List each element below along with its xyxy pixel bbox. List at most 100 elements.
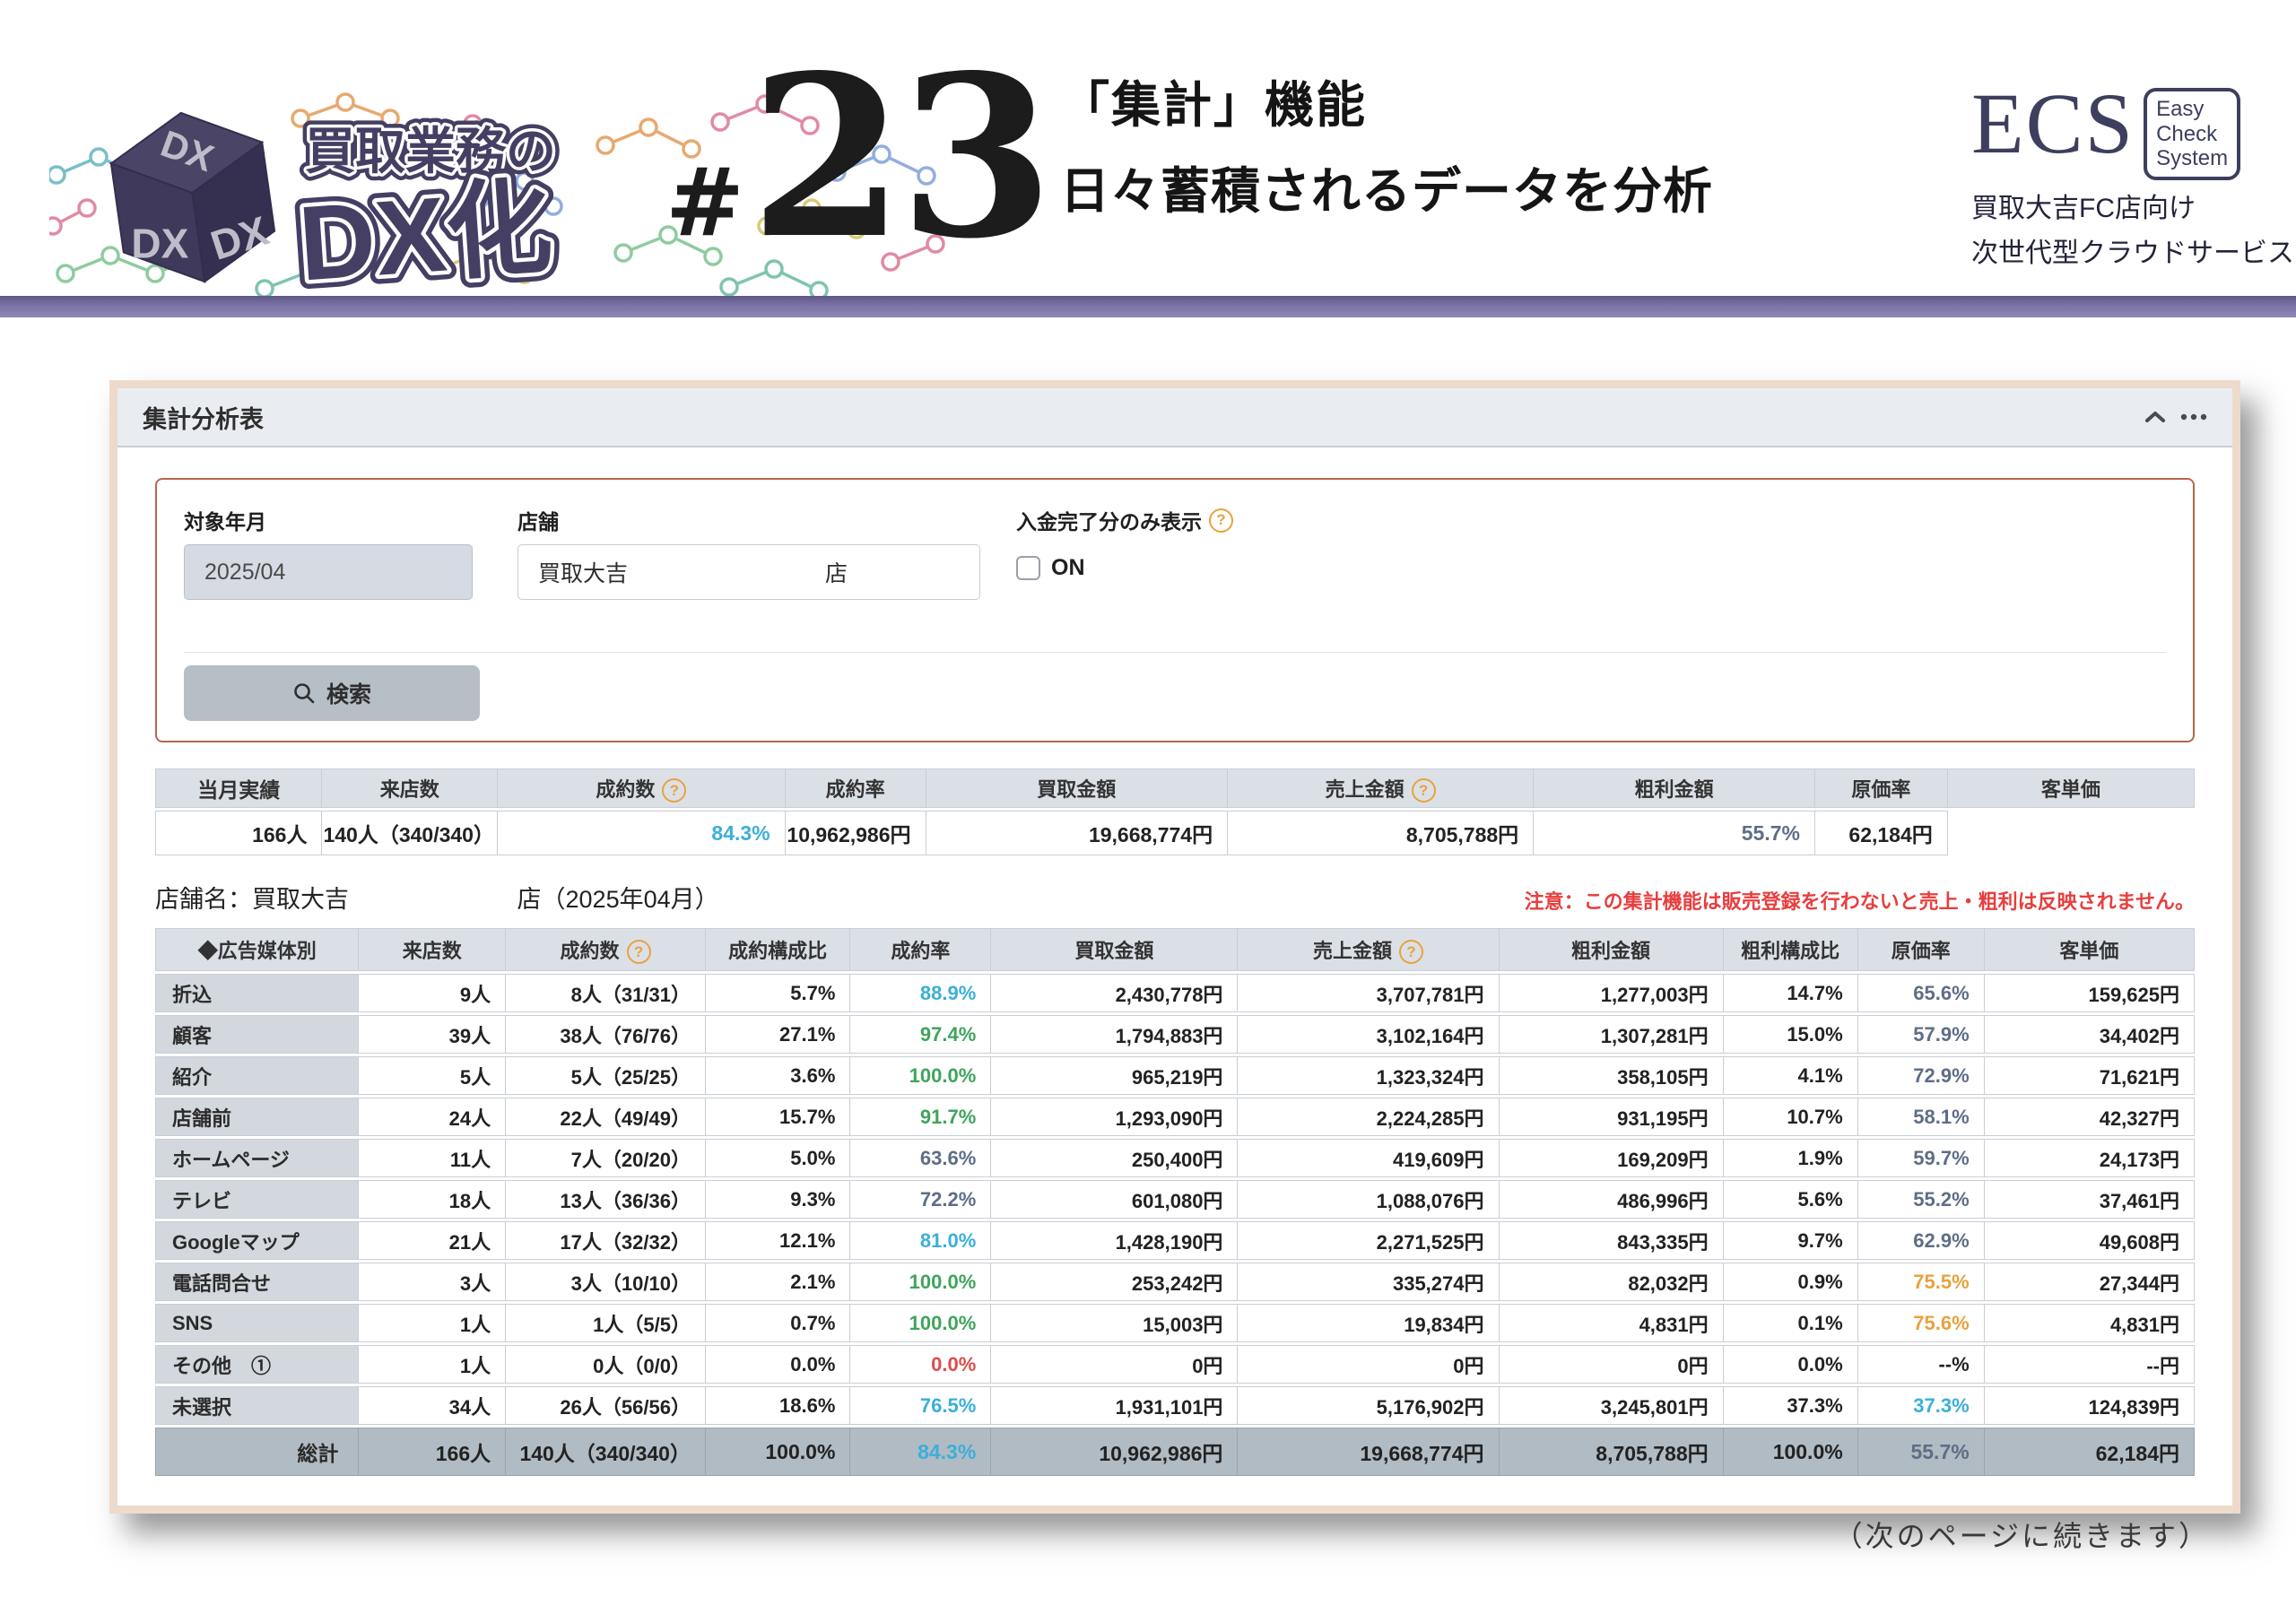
month-label: 対象年月: [184, 507, 473, 534]
deposit-label-text: 入金完了分のみ表示: [1016, 505, 1202, 535]
summary-col-header: 成約率: [786, 768, 926, 808]
media-total-row: 総計166人140人（340/340）100.0%84.3%10,962,986…: [155, 1428, 2195, 1476]
media-row-label: 電話問合せ: [155, 1263, 359, 1301]
help-icon[interactable]: ?: [1209, 508, 1233, 533]
media-table: ◆広告媒体別来店数成約数?成約構成比成約率買取金額売上金額?粗利金額粗利構成比原…: [155, 925, 2195, 1479]
media-cell: 100.0%: [850, 1056, 991, 1095]
help-icon[interactable]: ?: [662, 778, 686, 803]
media-cell: 965,219円: [991, 1056, 1238, 1095]
media-cell: 27.1%: [706, 1015, 850, 1054]
media-cell: 419,609円: [1238, 1139, 1499, 1177]
media-cell: 75.6%: [1858, 1304, 1985, 1342]
store-label: 店舗: [517, 507, 980, 534]
store-caption-name: 店舗名：買取大吉: [155, 886, 349, 913]
media-cell: 3,245,801円: [1500, 1386, 1724, 1425]
media-row-label: SNS: [155, 1304, 359, 1342]
svg-text:DX化: DX化: [295, 168, 555, 300]
media-cell: 1人: [359, 1304, 506, 1342]
media-cell: 42,327円: [1985, 1098, 2195, 1136]
media-row-label: 顧客: [155, 1015, 359, 1054]
help-icon[interactable]: ?: [1399, 940, 1423, 964]
media-cell: 75.5%: [1858, 1263, 1985, 1301]
media-cell: 8,705,788円: [1500, 1428, 1724, 1476]
summary-value: 140人（340/340）: [322, 811, 498, 855]
media-col-header: 成約数?: [506, 928, 706, 971]
media-cell: 2,430,778円: [991, 974, 1238, 1012]
media-cell: 11人: [359, 1139, 506, 1177]
media-cell: 1,931,101円: [991, 1386, 1238, 1425]
summary-row-label: 当月実績: [155, 768, 322, 808]
media-col-header: 粗利構成比: [1724, 928, 1858, 971]
media-cell: 0.0%: [1724, 1345, 1858, 1384]
media-cell: 34人: [359, 1386, 506, 1425]
more-menu-icon[interactable]: [2180, 413, 2207, 421]
media-cell: 4,831円: [1500, 1304, 1724, 1342]
ecs-badge-line: Easy: [2156, 97, 2228, 122]
media-cell: 5人（25/25）: [506, 1056, 706, 1095]
media-cell: 0円: [1500, 1345, 1724, 1384]
media-cell: 3.6%: [706, 1056, 850, 1095]
summary-table: 当月実績 来店数成約数?成約率買取金額売上金額?粗利金額原価率客単価 166人1…: [155, 766, 2195, 858]
media-cell: 601,080円: [991, 1180, 1238, 1219]
page-header: DX DX DX 買取業務の 買取業務の DX化 DX化 # 23 「集計」機能…: [0, 0, 2296, 296]
help-icon[interactable]: ?: [1412, 778, 1436, 803]
media-cell: 76.5%: [850, 1386, 991, 1425]
media-cell: 81.0%: [850, 1221, 991, 1260]
store-suffix: 店: [825, 556, 848, 588]
media-row-label: その他 ①: [155, 1345, 359, 1384]
media-cell: 91.7%: [850, 1098, 991, 1136]
page: DX DX DX 買取業務の 買取業務の DX化 DX化 # 23 「集計」機能…: [0, 0, 2296, 1623]
media-cell: 5,176,902円: [1238, 1386, 1499, 1425]
media-col-header: 客単価: [1985, 928, 2195, 971]
media-cell: 0円: [991, 1345, 1238, 1384]
media-cell: 17人（32/32）: [506, 1221, 706, 1260]
store-field-group: 店舗 買取大吉 店: [517, 507, 980, 600]
media-cell: 1,323,324円: [1238, 1056, 1499, 1095]
media-cell: 22人（49/49）: [506, 1098, 706, 1136]
media-row-label: Googleマップ: [155, 1221, 359, 1260]
media-row: 未選択34人26人（56/56）18.6%76.5%1,931,101円5,17…: [155, 1386, 2195, 1425]
media-row-label: ホームページ: [155, 1139, 359, 1177]
media-cell: 1人（5/5）: [506, 1304, 706, 1342]
media-cell: 34,402円: [1985, 1015, 2195, 1054]
panel-title: 集計分析表: [143, 400, 264, 435]
search-button[interactable]: 検索: [184, 665, 480, 721]
media-sort-header[interactable]: ◆広告媒体別: [155, 928, 359, 971]
media-cell: 0人（0/0）: [506, 1345, 706, 1384]
media-cell: 1,277,003円: [1500, 974, 1724, 1012]
media-cell: 7人（20/20）: [506, 1139, 706, 1177]
media-cell: 100.0%: [850, 1263, 991, 1301]
media-row-label: 未選択: [155, 1386, 359, 1425]
media-row: 電話問合せ3人3人（10/10）2.1%100.0%253,242円335,27…: [155, 1263, 2195, 1301]
store-input[interactable]: 買取大吉 店: [517, 544, 980, 600]
collapse-chevron-up-icon[interactable]: [2144, 411, 2166, 423]
media-cell: 3,707,781円: [1238, 974, 1499, 1012]
media-cell: 0.7%: [706, 1304, 850, 1342]
deposit-checkbox-label: ON: [1051, 555, 1085, 581]
media-cell: 19,834円: [1238, 1304, 1499, 1342]
help-icon[interactable]: ?: [627, 940, 651, 964]
ecs-subtitle1: 買取大吉FC店向け: [1971, 186, 2294, 225]
media-cell: 13人（36/36）: [506, 1180, 706, 1219]
media-cell: 3,102,164円: [1238, 1015, 1499, 1054]
media-cell: 37,461円: [1985, 1180, 2195, 1219]
deposit-checkbox[interactable]: [1016, 556, 1040, 580]
media-cell: 37.3%: [1858, 1386, 1985, 1425]
summary-value: 55.7%: [1534, 811, 1815, 855]
summary-value: 19,668,774円: [926, 811, 1229, 855]
media-cell: 1,428,190円: [991, 1221, 1238, 1260]
svg-text:DX: DX: [131, 221, 188, 267]
filter-divider: [184, 652, 2166, 653]
media-cell: 100.0%: [706, 1428, 850, 1476]
media-cell: 843,335円: [1500, 1221, 1724, 1260]
media-row: 折込9人8人（31/31）5.7%88.9%2,430,778円3,707,78…: [155, 974, 2195, 1012]
ecs-badge: Easy Check System: [2144, 88, 2240, 180]
media-cell: 0円: [1238, 1345, 1499, 1384]
media-cell: 72.9%: [1858, 1056, 1985, 1095]
search-icon: [292, 681, 316, 705]
media-cell: 38人（76/76）: [506, 1015, 706, 1054]
month-input[interactable]: 2025/04: [184, 544, 473, 600]
ecs-subtitle2: 次世代型クラウドサービス: [1971, 230, 2294, 270]
media-cell: 0.0%: [706, 1345, 850, 1384]
search-button-label: 検索: [326, 677, 371, 709]
